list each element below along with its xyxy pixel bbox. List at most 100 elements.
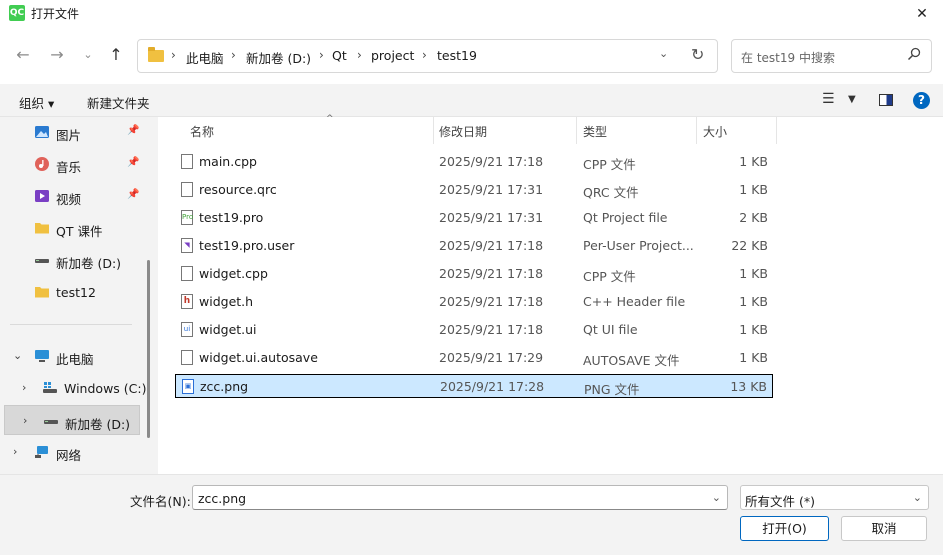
cpp-file-icon [181, 266, 193, 281]
search-icon[interactable] [907, 47, 921, 61]
forward-arrow-icon[interactable]: → [46, 44, 68, 66]
breadcrumb-separator-icon: › [171, 48, 176, 62]
sidebar-item-windows-c[interactable]: › Windows (C:) [0, 373, 150, 403]
breadcrumb-project[interactable]: project [371, 48, 414, 63]
file-row-widget-cpp[interactable]: widget.cpp 2025/9/21 17:18 CPP 文件 1 KB [175, 262, 773, 286]
cancel-button[interactable]: 取消 [841, 516, 927, 541]
pin-icon[interactable]: 📌 [127, 157, 139, 168]
music-icon [35, 157, 49, 171]
png-image-file-icon: ▣ [182, 379, 194, 394]
sidebar-item-label: 新加卷 (D:) [65, 417, 131, 432]
title-bar: QC 打开文件 ✕ [0, 0, 943, 28]
column-header-name[interactable]: 名称 ^ [183, 114, 433, 144]
drive-icon [44, 420, 58, 424]
sidebar-item-drive-d[interactable]: › 新加卷 (D:) [4, 405, 140, 435]
file-row-test19-pro-user[interactable]: ◥ test19.pro.user 2025/9/21 17:18 Per-Us… [175, 234, 773, 258]
filename-input[interactable]: zcc.png ⌄ [192, 485, 728, 510]
sidebar-item-music[interactable]: 音乐 📌 [0, 149, 150, 179]
breadcrumb-separator-icon: › [319, 48, 324, 62]
sidebar-scrollbar[interactable] [147, 260, 150, 438]
file-row-resource-qrc[interactable]: resource.qrc 2025/9/21 17:31 QRC 文件 1 KB [175, 178, 773, 202]
windows-drive-icon [43, 382, 57, 393]
column-header-size[interactable]: 大小 [696, 117, 776, 144]
sidebar-item-label: 网络 [56, 448, 82, 463]
search-box[interactable]: 在 test19 中搜索 [731, 39, 932, 73]
qt-project-file-icon: Pro [181, 210, 193, 225]
breadcrumb-test19[interactable]: test19 [437, 48, 477, 63]
file-row-main-cpp[interactable]: main.cpp 2025/9/21 17:18 CPP 文件 1 KB [175, 150, 773, 174]
file-row-zcc-png[interactable]: ▣ zcc.png 2025/9/21 17:28 PNG 文件 13 KB [175, 374, 773, 398]
collapse-chevron-icon[interactable]: › [22, 381, 26, 394]
qrc-file-icon [181, 182, 193, 197]
sidebar-item-test12[interactable]: test12 [0, 277, 150, 307]
breadcrumb-separator-icon: › [422, 48, 427, 62]
address-bar[interactable]: › 此电脑 › 新加卷 (D:) › Qt › project › test19… [137, 39, 718, 73]
dialog-footer: 文件名(N): zcc.png ⌄ 所有文件 (*) ⌄ 打开(O) 取消 [0, 474, 943, 555]
file-list-view: 名称 ^ 修改日期 类型 大小 main.cpp 2025/9/21 17:18… [158, 114, 943, 474]
pin-icon[interactable]: 📌 [127, 125, 139, 136]
help-icon[interactable]: ? [913, 92, 930, 109]
search-input[interactable]: 在 test19 中搜索 [741, 49, 835, 66]
filter-dropdown-chevron-icon[interactable]: ⌄ [913, 491, 922, 504]
organize-button[interactable]: 组织 ▾ [19, 93, 54, 112]
new-folder-button[interactable]: 新建文件夹 [87, 93, 150, 112]
cpp-file-icon [181, 154, 193, 169]
navigation-pane: 图片 📌 音乐 📌 视频 📌 QT 课件 新加卷 (D:) test12 ⌄ 此… [0, 117, 158, 474]
sidebar-item-this-pc[interactable]: ⌄ 此电脑 [0, 341, 150, 371]
column-header-modified[interactable]: 修改日期 [432, 117, 576, 144]
folder-icon [148, 47, 164, 62]
open-button[interactable]: 打开(O) [740, 516, 829, 541]
network-icon [35, 446, 48, 458]
file-type-filter-value: 所有文件 (*) [745, 494, 815, 509]
file-row-widget-ui-autosave[interactable]: widget.ui.autosave 2025/9/21 17:29 AUTOS… [175, 346, 773, 370]
sidebar-item-network[interactable]: › 网络 [0, 437, 150, 467]
view-list-icon[interactable]: ☰ [822, 91, 835, 107]
breadcrumb-separator-icon: › [231, 48, 236, 62]
drive-icon [35, 259, 49, 263]
close-button[interactable]: ✕ [907, 2, 937, 26]
filename-value[interactable]: zcc.png [198, 491, 246, 506]
breadcrumb-qt[interactable]: Qt [332, 48, 347, 63]
breadcrumb-separator-icon: › [357, 48, 362, 62]
folder-icon [35, 223, 49, 234]
refresh-icon[interactable]: ↻ [691, 45, 704, 64]
file-row-widget-h[interactable]: h widget.h 2025/9/21 17:18 C++ Header fi… [175, 290, 773, 314]
filename-dropdown-chevron-icon[interactable]: ⌄ [712, 491, 721, 504]
sidebar-item-drive-d-quick[interactable]: 新加卷 (D:) [0, 245, 150, 275]
command-toolbar: 组织 ▾ 新建文件夹 ☰ ▼ ? [0, 84, 943, 117]
collapse-chevron-icon[interactable]: › [23, 414, 27, 427]
recent-chevron-icon[interactable]: ⌄ [77, 44, 99, 66]
back-arrow-icon[interactable]: ← [12, 44, 34, 66]
column-separator[interactable] [776, 117, 777, 144]
column-header-type[interactable]: 类型 [576, 117, 696, 144]
header-file-icon: h [181, 294, 193, 309]
sidebar-item-label: QT 课件 [56, 224, 103, 239]
collapse-chevron-icon[interactable]: › [13, 445, 17, 458]
view-dropdown-chevron-icon[interactable]: ▼ [848, 94, 856, 105]
address-dropdown-chevron-icon[interactable]: ⌄ [659, 47, 668, 60]
pictures-icon [35, 126, 49, 138]
sidebar-item-label: 图片 [56, 128, 82, 143]
sidebar-item-label: 新加卷 (D:) [56, 256, 122, 271]
videos-icon [35, 190, 49, 202]
sidebar-item-pictures[interactable]: 图片 📌 [0, 117, 150, 147]
file-row-widget-ui[interactable]: ui widget.ui 2025/9/21 17:18 Qt UI file … [175, 318, 773, 342]
this-pc-icon [35, 350, 49, 362]
expand-chevron-icon[interactable]: ⌄ [13, 349, 22, 362]
pin-icon[interactable]: 📌 [127, 189, 139, 200]
breadcrumb-drive-d[interactable]: 新加卷 (D:) [246, 48, 311, 67]
sidebar-item-label: Windows (C:) [64, 381, 147, 396]
sidebar-item-videos[interactable]: 视频 📌 [0, 181, 150, 211]
qt-app-icon: QC [9, 5, 25, 21]
breadcrumb-this-pc[interactable]: 此电脑 [186, 48, 224, 67]
up-arrow-icon[interactable]: ↑ [105, 44, 127, 66]
window-title: 打开文件 [31, 7, 80, 21]
sidebar-item-qt-courseware[interactable]: QT 课件 [0, 213, 150, 243]
navigation-bar: ← → ⌄ ↑ › 此电脑 › 新加卷 (D:) › Qt › project … [0, 28, 943, 84]
preview-pane-icon[interactable] [879, 94, 893, 106]
file-type-filter-select[interactable]: 所有文件 (*) ⌄ [740, 485, 929, 510]
sidebar-item-label: 此电脑 [56, 352, 94, 367]
folder-icon [35, 287, 49, 298]
sidebar-item-label: test12 [56, 285, 96, 300]
file-row-test19-pro[interactable]: Pro test19.pro 2025/9/21 17:31 Qt Projec… [175, 206, 773, 230]
